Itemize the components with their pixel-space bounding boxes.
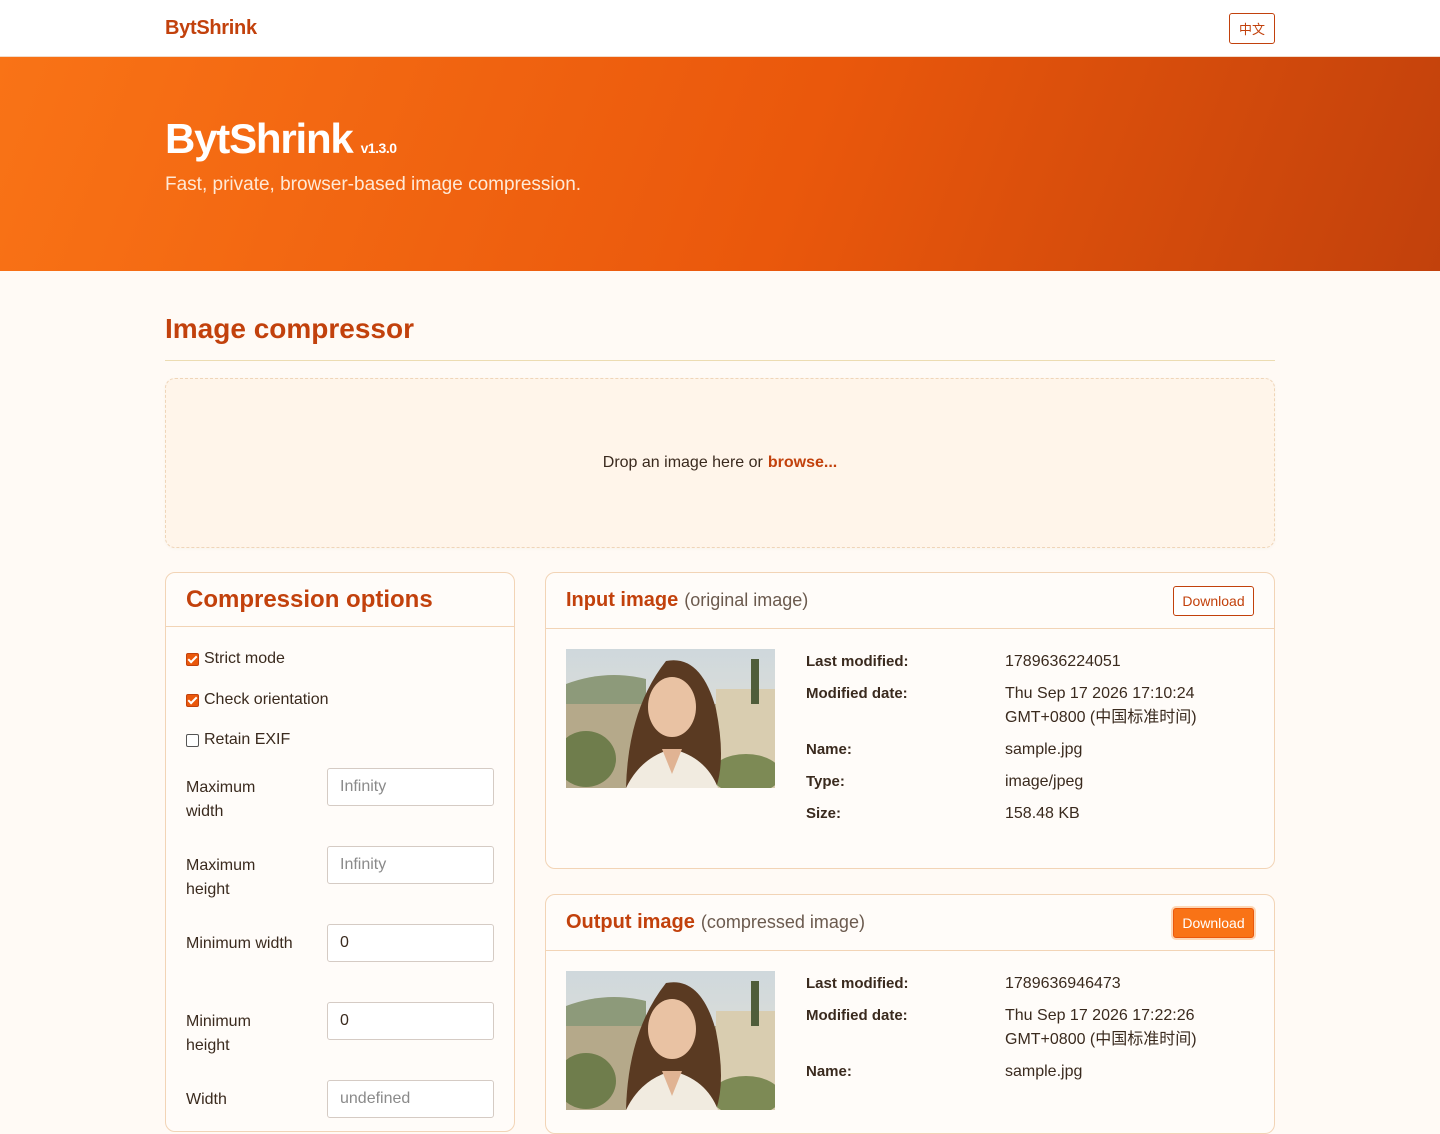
max-width-input[interactable]: Infinity [327,768,494,806]
input-name-label: Name: [806,741,852,758]
output-name-value: sample.jpg [1005,1063,1083,1080]
compression-options-panel: Compression options Strict mode Check or… [165,572,515,1132]
retain-exif-option[interactable]: Retain EXIF [186,731,290,749]
input-size-value: 158.48 KB [1005,805,1080,822]
output-modified-date-value: Thu Sep 17 2026 17:22:26 GMT+0800 (中国标准时… [1005,1007,1197,1048]
output-image-header: Output image (compressed image) Download [546,895,1274,951]
hero-heading: BytShrink [165,115,354,162]
input-name-value: sample.jpg [1005,741,1083,758]
dropzone-text: Drop an image here or [602,454,763,471]
min-width-label: Minimum width [186,935,293,952]
output-image-subtitle: (compressed image) [700,912,865,932]
output-image-title: Output image [566,911,695,933]
hero-title: BytShrink v1.3.0 [165,117,397,161]
retain-exif-label: Retain EXIF [204,731,291,748]
output-image-thumbnail [566,971,775,1110]
brand-logo[interactable]: BytShrink [165,17,257,40]
input-size-label: Size: [806,805,842,822]
width-label: Width [186,1091,227,1108]
output-image-panel: Output image (compressed image) Download… [545,894,1275,1134]
retain-exif-checkbox[interactable] [186,733,199,747]
portrait-photo-icon [566,649,775,788]
version-badge: v1.3.0 [360,140,397,156]
input-download-button[interactable]: Download [1173,586,1254,616]
input-image-title: Input image [566,589,679,611]
output-last-modified-label: Last modified: [806,975,909,992]
portrait-photo-icon [566,971,775,1110]
language-toggle-button[interactable]: 中文 [1229,13,1275,44]
output-modified-date-label: Modified date: [806,1007,908,1024]
options-title: Compression options [186,585,433,613]
image-dropzone[interactable]: Drop an image here or browse... [165,378,1275,548]
check-orientation-option[interactable]: Check orientation [186,691,329,709]
top-bar: BytShrink 中文 [0,0,1440,57]
check-orientation-checkbox[interactable] [186,693,199,707]
hero-banner: BytShrink v1.3.0 Fast, private, browser-… [0,57,1440,271]
output-download-button[interactable]: Download [1173,908,1254,938]
strict-mode-label: Strict mode [204,650,285,667]
page-title: Image compressor [165,313,414,344]
strict-mode-option[interactable]: Strict mode [186,650,285,668]
strict-mode-checkbox[interactable] [186,652,199,666]
input-type-value: image/jpeg [1005,773,1084,790]
output-last-modified-value: 1789636946473 [1005,975,1121,992]
input-modified-date-value: Thu Sep 17 2026 17:10:24 GMT+0800 (中国标准时… [1005,685,1197,726]
input-last-modified-label: Last modified: [806,653,909,670]
options-header: Compression options [166,573,514,627]
width-input[interactable]: undefined [327,1080,494,1118]
max-height-label: Maximum height [186,857,256,898]
title-divider [165,360,1275,361]
input-modified-date-label: Modified date: [806,685,908,702]
input-image-subtitle: (original image) [684,590,809,610]
max-width-label: Maximum width [186,779,256,820]
input-last-modified-value: 1789636224051 [1005,653,1121,670]
input-image-panel: Input image (original image) Download La… [545,572,1275,869]
check-orientation-label: Check orientation [204,691,329,708]
input-image-thumbnail [566,649,775,788]
max-height-input[interactable]: Infinity [327,846,494,884]
min-height-input[interactable]: 0 [327,1002,494,1040]
min-width-input[interactable]: 0 [327,924,494,962]
hero-subtitle: Fast, private, browser-based image compr… [165,174,582,195]
input-image-header: Input image (original image) Download [546,573,1274,629]
input-type-label: Type: [806,773,845,790]
browse-link[interactable]: browse... [768,454,837,472]
output-name-label: Name: [806,1063,852,1080]
min-height-label: Minimum height [186,1013,251,1054]
